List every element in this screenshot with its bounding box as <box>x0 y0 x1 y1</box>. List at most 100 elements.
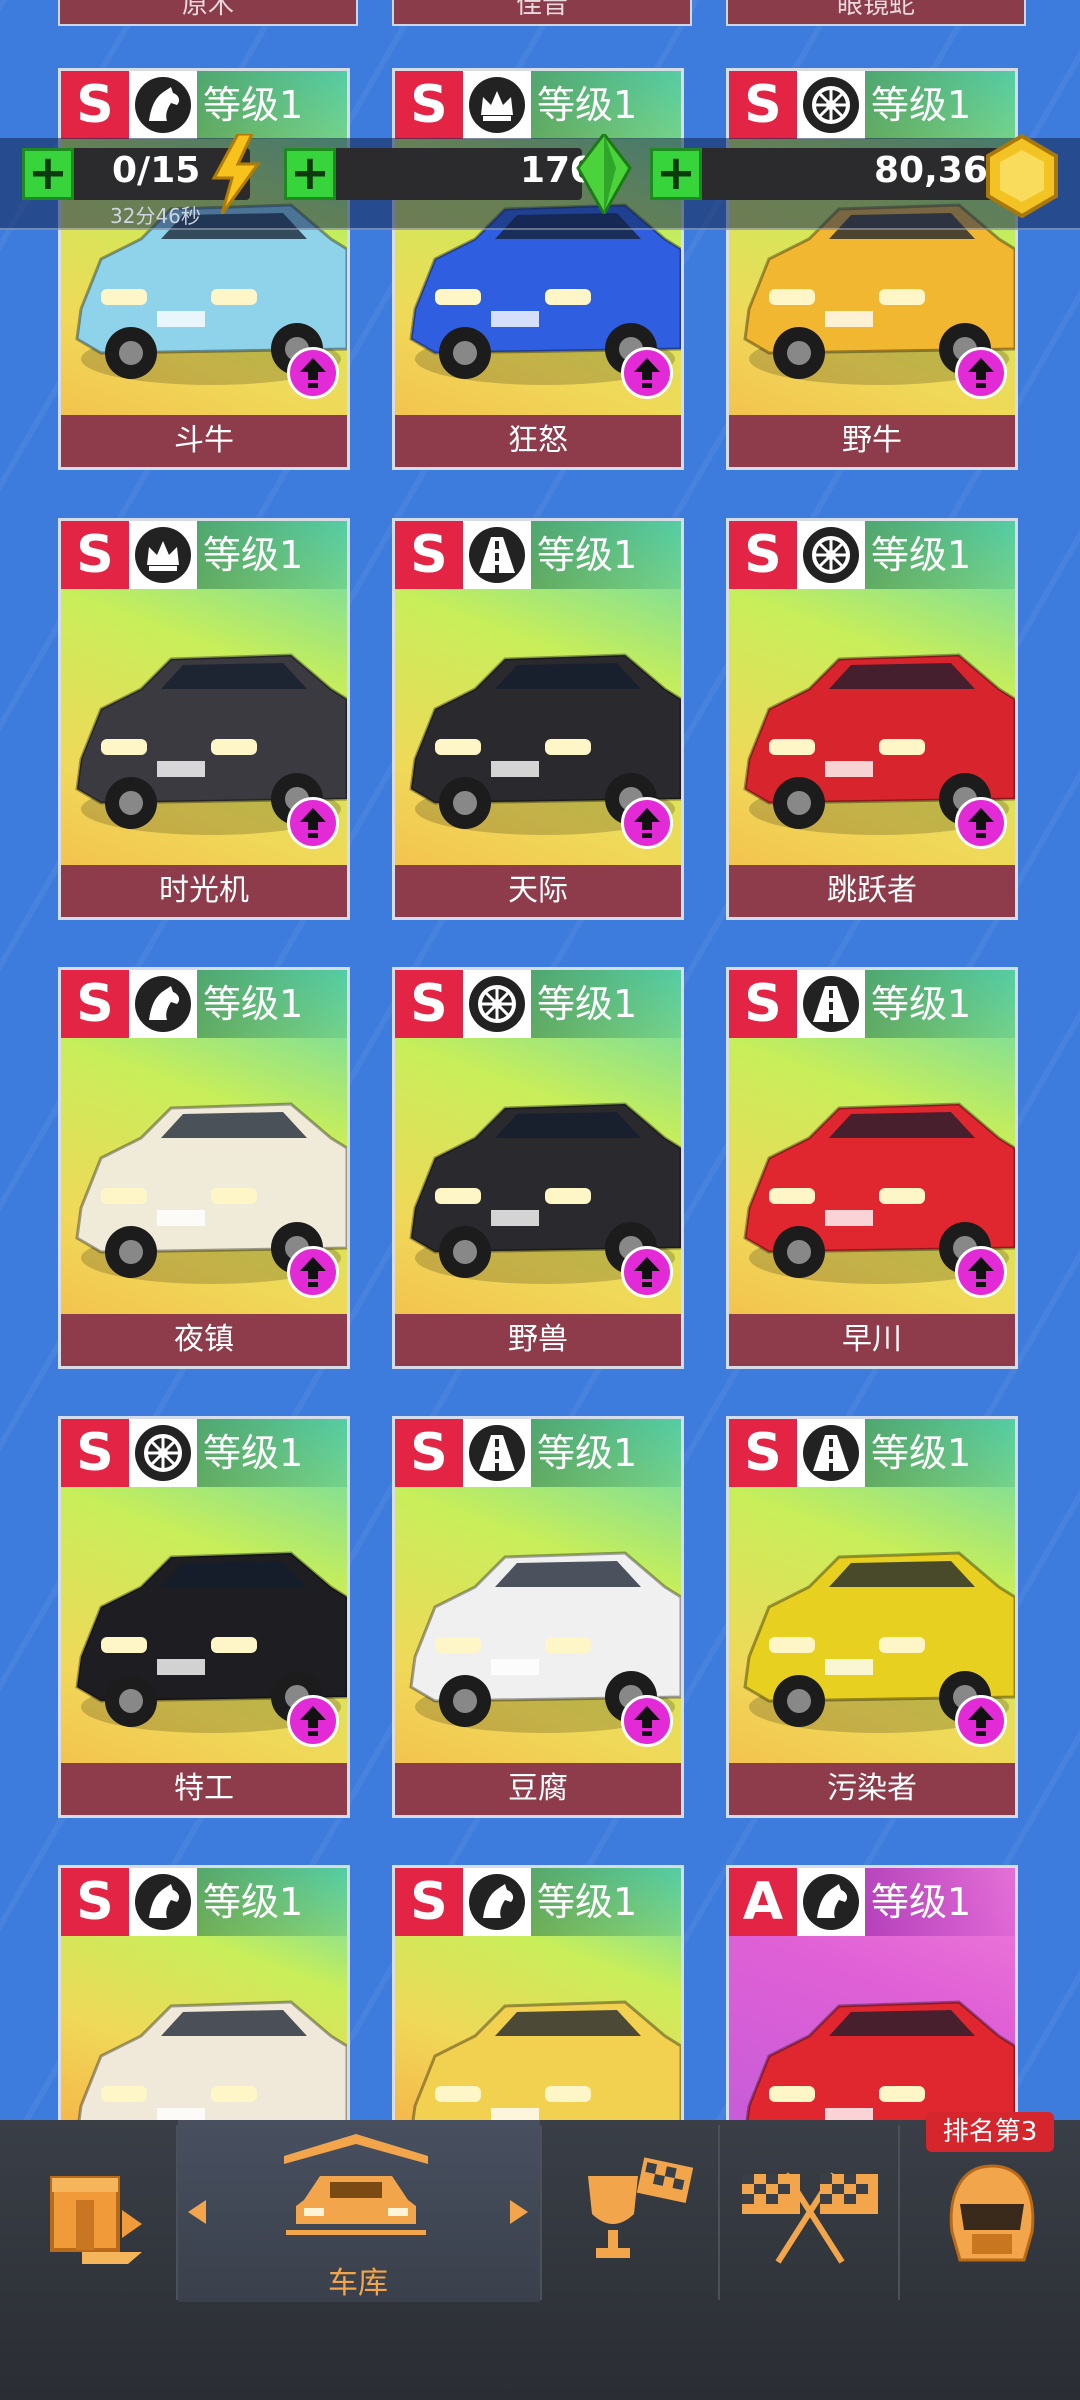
card-header: S 等级1 <box>61 970 347 1038</box>
car-name: 特工 <box>61 1763 347 1815</box>
energy-value: 0/15 <box>112 150 201 191</box>
car-name: 豆腐 <box>395 1763 681 1815</box>
car-card[interactable]: S 等级1 早川 <box>726 967 1018 1369</box>
car-card[interactable]: S 等级1 斗牛 <box>58 68 350 470</box>
car-level: 等级1 <box>865 970 1015 1038</box>
car-grade-badge: S <box>395 1419 463 1487</box>
crate-icon[interactable] <box>42 2160 162 2270</box>
upgrade-arrow-icon[interactable] <box>621 1695 673 1747</box>
car-grade-badge: S <box>395 970 463 1038</box>
add-gems-button[interactable]: + <box>284 148 336 200</box>
card-header: S 等级1 <box>61 71 347 139</box>
car-card[interactable]: S 等级1 <box>392 1865 684 2124</box>
car-name: 早川 <box>729 1314 1015 1366</box>
car-card[interactable]: S 等级1 豆腐 <box>392 1416 684 1818</box>
car-card[interactable]: S 等级1 夜镇 <box>58 967 350 1369</box>
add-energy-button[interactable]: + <box>22 148 74 200</box>
upgrade-arrow-icon[interactable] <box>955 797 1007 849</box>
card-header: S 等级1 <box>729 970 1015 1038</box>
car-name: 时光机 <box>61 865 347 917</box>
car-grade-badge: S <box>61 71 129 139</box>
car-card[interactable]: S 等级1 野兽 <box>392 967 684 1369</box>
partial-card-name[interactable]: 原木 <box>58 0 358 26</box>
car-card[interactable]: S 等级1 狂怒 <box>392 68 684 470</box>
car-card[interactable]: S 等级1 时光机 <box>58 518 350 920</box>
nav-divider <box>176 2125 178 2300</box>
card-header: S 等级1 <box>395 1419 681 1487</box>
upgrade-arrow-icon[interactable] <box>287 1695 339 1747</box>
add-coins-button[interactable]: + <box>650 148 702 200</box>
car-card[interactable]: S 等级1 跳跃者 <box>726 518 1018 920</box>
car-name: 污染者 <box>729 1763 1015 1815</box>
car-grade-badge: S <box>395 521 463 589</box>
car-grade-badge: S <box>61 521 129 589</box>
upgrade-arrow-icon[interactable] <box>621 1246 673 1298</box>
road-icon <box>463 1419 531 1487</box>
car-card[interactable]: S 等级1 污染者 <box>726 1416 1018 1818</box>
car-card[interactable]: S 等级1 特工 <box>58 1416 350 1818</box>
road-icon <box>797 970 865 1038</box>
car-name: 狂怒 <box>395 415 681 467</box>
card-header: S 等级1 <box>729 71 1015 139</box>
crown-icon <box>129 521 197 589</box>
upgrade-arrow-icon[interactable] <box>287 347 339 399</box>
garage-label: 车库 <box>328 2266 388 2301</box>
nav-divider <box>718 2125 720 2300</box>
upgrade-arrow-icon[interactable] <box>955 1695 1007 1747</box>
wheel-icon <box>797 71 865 139</box>
upgrade-arrow-icon[interactable] <box>287 797 339 849</box>
upgrade-arrow-icon[interactable] <box>955 1246 1007 1298</box>
upgrade-arrow-icon[interactable] <box>287 1246 339 1298</box>
energy-timer: 32分46秒 <box>110 204 201 228</box>
checkered-flags-icon[interactable] <box>738 2166 882 2266</box>
car-card[interactable]: S 等级1 <box>58 1865 350 2124</box>
card-header: S 等级1 <box>395 970 681 1038</box>
car-level: 等级1 <box>865 1419 1015 1487</box>
car-image <box>729 1936 1015 2121</box>
horse-icon <box>797 1868 865 1936</box>
car-grade-badge: S <box>729 521 797 589</box>
car-name: 野兽 <box>395 1314 681 1366</box>
car-garage-icon <box>284 2134 428 2235</box>
car-name: 天际 <box>395 865 681 917</box>
card-header: S 等级1 <box>61 1419 347 1487</box>
car-card[interactable]: S 等级1 野牛 <box>726 68 1018 470</box>
partial-card-name[interactable]: 眼镜蛇 <box>726 0 1026 26</box>
rank-badge: 排名第3 <box>926 2112 1054 2152</box>
partial-card-name[interactable]: 佳音 <box>392 0 692 26</box>
horse-icon <box>129 1868 197 1936</box>
car-grade-badge: S <box>729 1419 797 1487</box>
car-card[interactable]: S 等级1 天际 <box>392 518 684 920</box>
car-level: 等级1 <box>197 71 347 139</box>
nav-left-arrow-icon[interactable] <box>186 2198 208 2226</box>
card-header: A 等级1 <box>729 1868 1015 1936</box>
nav-right-arrow-icon[interactable] <box>508 2198 530 2226</box>
car-card[interactable]: A 等级1 <box>726 1865 1018 2124</box>
car-name: 跳跃者 <box>729 865 1015 917</box>
lightning-icon <box>211 134 261 214</box>
car-grade-badge: S <box>61 1419 129 1487</box>
card-header: S 等级1 <box>395 71 681 139</box>
trophy-icon[interactable] <box>578 2156 698 2266</box>
card-header: S 等级1 <box>729 521 1015 589</box>
car-level: 等级1 <box>197 1419 347 1487</box>
nav-divider <box>898 2125 900 2300</box>
card-header: S 等级1 <box>61 521 347 589</box>
helmet-icon[interactable] <box>944 2160 1040 2270</box>
road-icon <box>797 1419 865 1487</box>
upgrade-arrow-icon[interactable] <box>621 347 673 399</box>
car-name: 夜镇 <box>61 1314 347 1366</box>
upgrade-arrow-icon[interactable] <box>955 347 1007 399</box>
upgrade-arrow-icon[interactable] <box>621 797 673 849</box>
wheel-icon <box>797 521 865 589</box>
car-level: 等级1 <box>197 521 347 589</box>
car-level: 等级1 <box>865 1868 1015 1936</box>
wheel-icon <box>129 1419 197 1487</box>
wheel-icon <box>463 970 531 1038</box>
car-grade-badge: S <box>61 970 129 1038</box>
car-level: 等级1 <box>531 970 681 1038</box>
card-header: S 等级1 <box>61 1868 347 1936</box>
car-image <box>61 1936 347 2121</box>
nav-divider <box>540 2125 542 2300</box>
car-level: 等级1 <box>531 1419 681 1487</box>
